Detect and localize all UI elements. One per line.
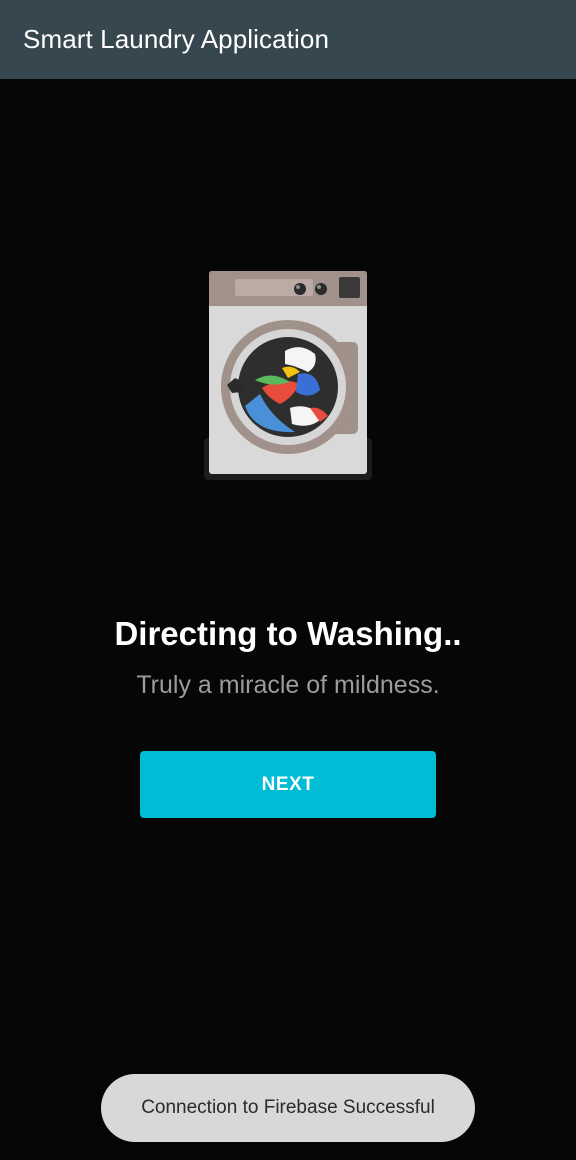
page-heading: Directing to Washing.. xyxy=(114,615,462,652)
washing-machine-illustration xyxy=(200,266,376,482)
page-subheading: Truly a miracle of mildness. xyxy=(136,671,440,699)
next-button[interactable]: NEXT xyxy=(140,751,436,818)
app-title: Smart Laundry Application xyxy=(23,24,330,54)
toast-notification: Connection to Firebase Successful xyxy=(101,1074,475,1142)
toast-message: Connection to Firebase Successful xyxy=(141,1097,435,1118)
app-bar: Smart Laundry Application xyxy=(0,0,576,79)
washing-machine-icon xyxy=(204,271,372,480)
